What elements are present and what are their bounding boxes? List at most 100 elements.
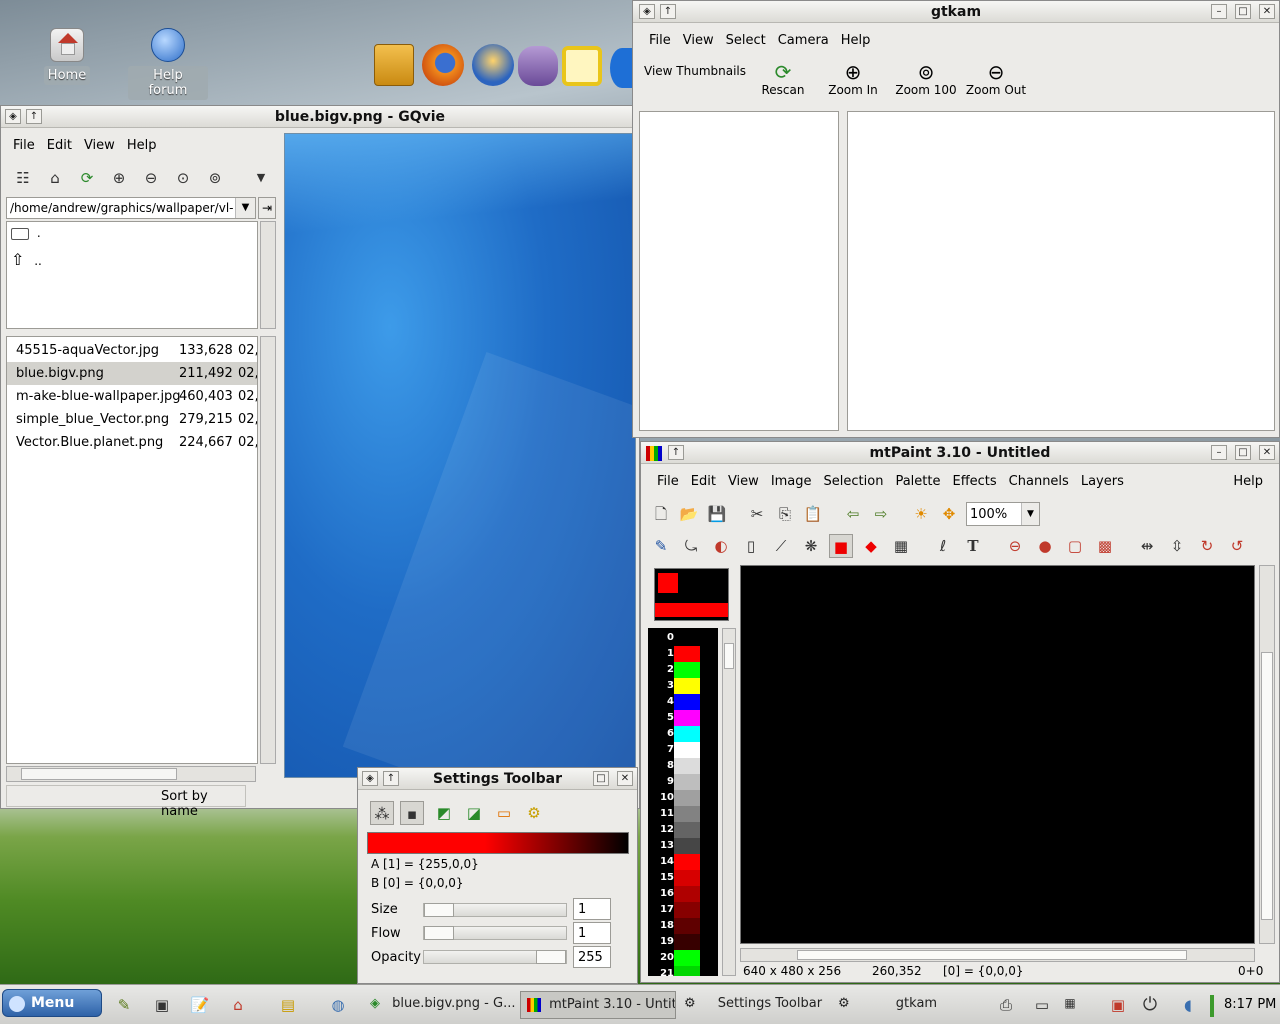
home-icon[interactable]: ⌂ [43,166,67,190]
palette-entry[interactable]: 19 [648,934,718,950]
brightness-icon[interactable]: ☀ [909,502,933,526]
new-file-icon[interactable]: 🗋 [649,502,673,526]
zoom-100-icon[interactable]: ⊚ [203,166,227,190]
menu-help[interactable]: Help [1227,470,1269,493]
palette-entry[interactable]: 2 [648,662,718,678]
menu-edit[interactable]: Edit [41,134,78,157]
flip-h-icon[interactable]: ⇹ [1135,534,1159,558]
palette-entry[interactable]: 9 [648,774,718,790]
color-ab-swatch[interactable] [654,568,729,621]
close-icon[interactable]: ✕ [1259,445,1275,460]
copy-icon[interactable]: ⎘ [773,502,797,526]
sort-button[interactable]: Sort by name [161,789,245,819]
maximize-icon[interactable]: □ [1235,445,1251,460]
gradient-mode-icon[interactable]: ▭ [492,801,516,825]
firefox-icon[interactable] [422,44,464,86]
palette-entry[interactable]: 18 [648,918,718,934]
file-list-hscrollbar[interactable] [6,766,256,782]
rescan-button[interactable]: ⟳ Rescan [755,61,811,97]
drive-icon[interactable]: ▭ [1030,993,1054,1017]
terminal-icon[interactable]: ▣ [150,993,174,1017]
palette-entry[interactable]: 20 [648,950,718,966]
palette-entry[interactable]: 15 [648,870,718,886]
palette-entry[interactable]: 8 [648,758,718,774]
palette-entry[interactable]: 7 [648,742,718,758]
palette-entry[interactable]: 11 [648,806,718,822]
menu-view[interactable]: View [78,134,121,157]
rotate-ccw-icon[interactable]: ↺ [1225,534,1249,558]
menu-view[interactable]: View [677,29,720,52]
pencil-icon[interactable]: ✎ [649,534,673,558]
minimize-icon[interactable]: – [1211,445,1227,460]
palette-entry[interactable]: 1 [648,646,718,662]
rotate-cw-icon[interactable]: ↻ [1195,534,1219,558]
palette-list[interactable]: 0 1 2 3 4 5 6 7 8 9 10 11 12 13 14 15 16 17 18 19 20 21 [648,628,718,976]
list-item[interactable]: ⇧ .. [11,250,42,269]
brush-icon[interactable]: ⟋ [769,534,793,558]
rect-fill-icon[interactable]: ▩ [1093,534,1117,558]
zoom-100-button[interactable]: ⊚ Zoom 100 [891,61,961,97]
drive-icon[interactable] [374,44,414,86]
ellipse-outline-icon[interactable]: ⊖ [1003,534,1027,558]
pattern-icon[interactable]: ❋ [799,534,823,558]
text-icon[interactable]: T [961,534,985,558]
zoom-fit-icon[interactable]: ⊙ [171,166,195,190]
office-icon[interactable] [562,46,602,86]
path-input[interactable]: /home/andrew/graphics/wallpaper/vl- ▼ [6,197,256,219]
opacity-slider[interactable] [423,950,567,964]
workspace-switcher-icon[interactable]: ▦ [1058,991,1082,1015]
cut-icon[interactable]: ✂ [745,502,769,526]
file-list-scrollbar[interactable] [260,336,276,764]
zoom-select[interactable]: 100% ▼ [966,502,1040,526]
pidgin-icon[interactable] [518,46,558,86]
raise-icon[interactable]: ↑ [26,109,42,124]
menu-button[interactable]: Menu [2,989,102,1017]
view-thumbnails-toggle[interactable]: View Thumbnails [644,64,746,78]
clone-icon[interactable]: ⤿ [679,534,703,558]
smudge-icon[interactable]: ◐ [709,534,733,558]
editor-icon[interactable]: ✎ [112,993,136,1017]
palette-scrollbar[interactable] [722,628,736,976]
open-folder-icon[interactable]: 📂 [677,502,701,526]
menu-edit[interactable]: Edit [685,470,722,493]
desktop-icon-home[interactable]: Home [27,28,107,85]
save-icon[interactable]: 💾 [705,502,729,526]
menu-file[interactable]: File [7,134,41,157]
home-folder-icon[interactable]: ⌂ [226,993,250,1017]
palette-entry[interactable]: 14 [648,854,718,870]
pan-icon[interactable]: ✥ [937,502,961,526]
network-icon[interactable]: ◍ [326,993,350,1017]
gradient-icon[interactable]: ▦ [889,534,913,558]
browser-icon[interactable] [610,48,634,88]
tint-add-icon[interactable]: ◪ [462,801,486,825]
list-item[interactable]: . [11,226,41,240]
refresh-icon[interactable]: ⟳ [75,166,99,190]
menu-file[interactable]: File [643,29,677,52]
flood-fill-icon[interactable]: ◆ [859,534,883,558]
ellipse-fill-icon[interactable]: ● [1033,534,1057,558]
opacity-mode-icon[interactable]: ▪ [400,801,424,825]
menu-effects[interactable]: Effects [946,470,1002,493]
size-slider[interactable] [423,903,567,917]
flow-slider[interactable] [423,926,567,940]
notepad-icon[interactable]: 📝 [188,993,212,1017]
menu-image[interactable]: Image [765,470,818,493]
power-icon[interactable]: ⏻ [1138,993,1162,1017]
palette-entry[interactable]: 21 [648,966,718,976]
zoom-out-button[interactable]: ⊖ Zoom Out [963,61,1029,97]
palette-entry[interactable]: 13 [648,838,718,854]
continuous-mode-icon[interactable]: ⁂ [370,801,394,825]
redo-icon[interactable]: ⇨ [869,502,893,526]
menu-palette[interactable]: Palette [889,470,946,493]
lasso-icon[interactable]: ℓ [931,534,955,558]
flow-spinner[interactable]: 1 [573,922,611,944]
undo-icon[interactable]: ⇦ [841,502,865,526]
path-go-button[interactable]: ⇥ [258,197,276,219]
desktop-icon-help-forum[interactable]: Help forum [128,28,208,100]
task-gqview[interactable]: ◈ blue.bigv.png - G... [364,991,516,1019]
menu-help[interactable]: Help [835,29,877,52]
thumbnail-area[interactable] [847,111,1275,431]
palette-entry[interactable]: 12 [648,822,718,838]
maximize-icon[interactable]: □ [1235,4,1251,19]
files-icon[interactable]: ▤ [276,993,300,1017]
